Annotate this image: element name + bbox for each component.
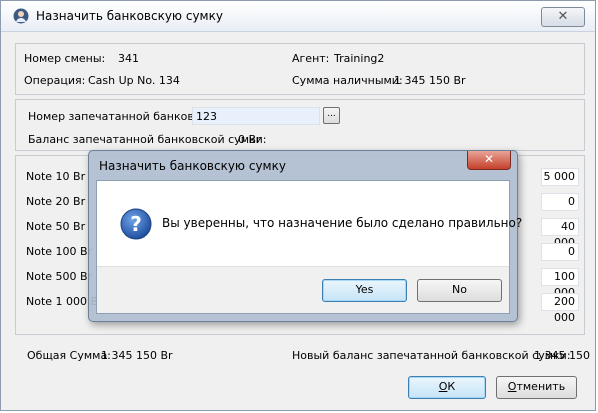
confirm-dialog: Назначить банковскую сумку ✕ ? Вы уверен… xyxy=(88,150,522,322)
note-label: Note 10 Br xyxy=(26,170,86,183)
ok-button[interactable]: ОК xyxy=(408,376,486,399)
cancel-button[interactable]: Отменить xyxy=(496,376,577,399)
operation-label: Операция: xyxy=(24,74,86,87)
note-label: Note 20 Br xyxy=(26,195,86,208)
agent-value: Training2 xyxy=(334,52,385,65)
note-label: Note 50 Br xyxy=(26,220,86,233)
cancel-label-rest: тменить xyxy=(516,380,566,393)
total-label: Общая Сумма: xyxy=(27,349,111,362)
yes-button[interactable]: Yes xyxy=(322,279,407,302)
note-value-field[interactable]: 200 000 xyxy=(541,293,579,324)
close-icon: ✕ xyxy=(483,152,495,166)
note-value-field[interactable]: 0 xyxy=(541,243,579,261)
cash-value: 1 345 150 Br xyxy=(394,74,466,87)
shift-label: Номер смены: xyxy=(24,52,106,65)
dialog-title: Назначить банковскую сумку xyxy=(99,159,286,173)
dialog-body: ? Вы уверенны, что назначение было сдела… xyxy=(96,180,522,314)
cash-label: Сумма наличными: xyxy=(292,74,403,87)
window-close-button[interactable]: ✕ xyxy=(541,7,585,27)
total-value: 1 345 150 Br xyxy=(101,349,173,362)
browse-bag-button[interactable]: ... xyxy=(323,107,340,124)
bag-number-label: Номер запечатанной банковско xyxy=(28,110,214,123)
info-panel: Номер смены: 341 Агент: Training2 Операц… xyxy=(15,43,585,95)
note-value-field[interactable]: 40 000 xyxy=(541,218,579,249)
svg-text:?: ? xyxy=(130,212,142,236)
ok-label-rest: К xyxy=(447,380,456,393)
close-icon: ✕ xyxy=(557,9,569,24)
title-bar: Назначить банковскую сумку ✕ xyxy=(1,1,595,32)
bag-balance-label: Баланс запечатанной банковской сумки: xyxy=(28,133,267,146)
bag-balance-value: 0 Br xyxy=(238,133,261,146)
bag-panel: Номер запечатанной банковско 123 ... Бал… xyxy=(15,99,585,151)
question-icon: ? xyxy=(120,208,152,240)
ellipsis-icon: ... xyxy=(327,109,336,119)
note-label: Note 100 Br xyxy=(26,245,93,258)
bag-number-value: 123 xyxy=(196,110,217,123)
new-balance-value: 1 345 150 xyxy=(534,349,590,362)
agent-label: Агент: xyxy=(292,52,330,65)
note-value-field[interactable]: 0 xyxy=(541,193,579,211)
note-label: Note 500 Br xyxy=(26,270,93,283)
bag-number-input[interactable]: 123 xyxy=(192,107,320,125)
note-value-field[interactable]: 5 000 xyxy=(541,168,579,186)
app-user-icon xyxy=(13,8,29,24)
window-title: Назначить банковскую сумку xyxy=(36,9,223,23)
operation-value: Cash Up No. 134 xyxy=(88,74,180,87)
dialog-button-bar: Yes No xyxy=(97,266,509,313)
new-balance-label: Новый баланс запечатанной банковской сум… xyxy=(292,349,571,362)
shift-value: 341 xyxy=(118,52,139,65)
note-value-field[interactable]: 100 000 xyxy=(541,268,579,299)
dialog-close-button[interactable]: ✕ xyxy=(467,151,511,170)
no-button[interactable]: No xyxy=(417,279,502,302)
dialog-message: Вы уверенны, что назначение было сделано… xyxy=(162,216,523,230)
